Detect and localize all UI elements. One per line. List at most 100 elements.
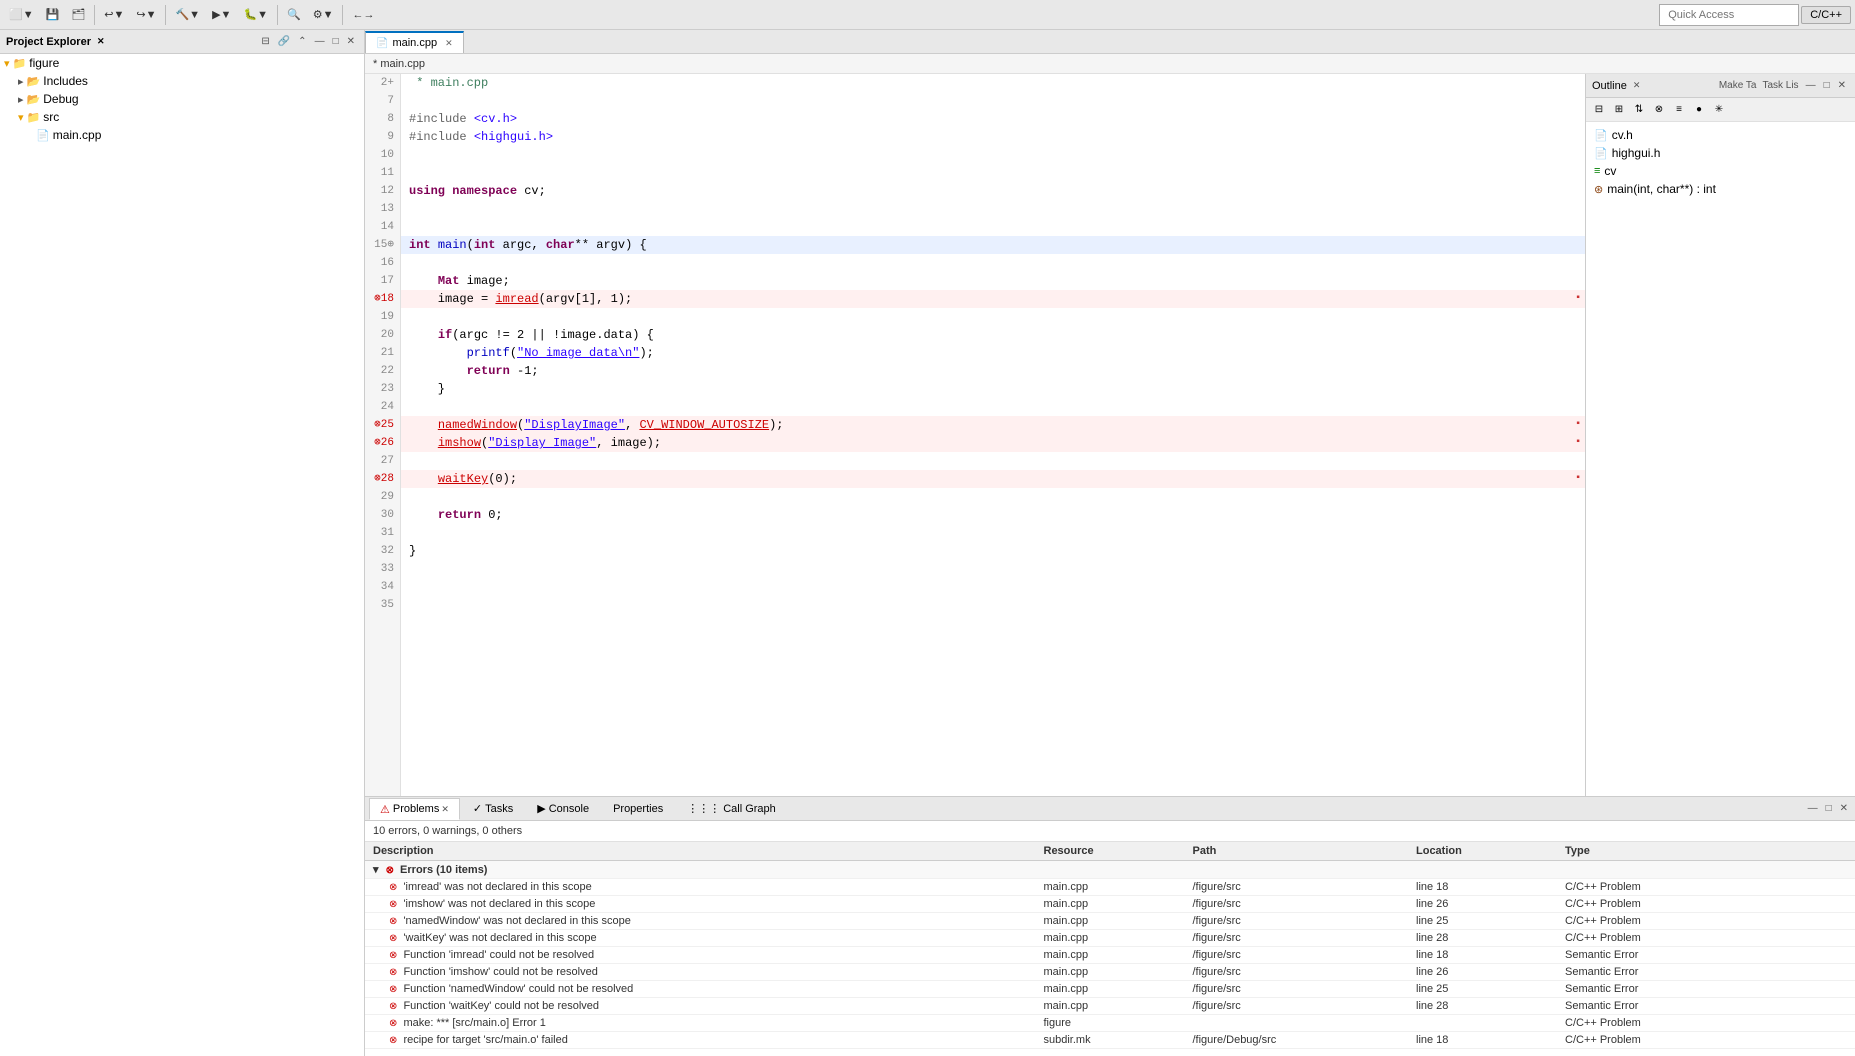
outline-item-main-fn[interactable]: ⊛ main(int, char**) : int [1590,180,1851,198]
code-span: <highgui.h> [474,128,553,146]
ln-33: 33 [371,560,394,578]
errors-group-label: ▾ ⊗ Errors (10 items) [365,861,1855,879]
collapse-all-btn[interactable]: ⊟ [258,35,272,48]
error-row-5[interactable]: ⊗ Function 'imshow' could not be resolve… [365,964,1855,981]
code-line-21: printf("No image data\n"); [401,344,1585,362]
toolbar-btn-search[interactable]: 🔍 [282,5,306,24]
outline-minimize-btn[interactable]: — [1803,79,1819,92]
problems-tab-label: Problems [393,803,439,815]
error-desc-3: ⊗ 'waitKey' was not declared in this sco… [365,930,1036,947]
code-span [409,362,467,380]
toolbar-btn-undo[interactable]: ↩▼ [99,5,129,24]
toolbar-btn-save[interactable]: 💾 [41,5,65,24]
error-icon-0: ⊗ [389,882,397,893]
tab-properties[interactable]: Properties [602,798,674,820]
bottom-maximize-btn[interactable]: □ [1823,802,1835,815]
maximize-btn[interactable]: □ [330,35,342,48]
tab-console[interactable]: ▶ Console [526,798,600,820]
error-row-8[interactable]: ⊗ make: *** [src/main.o] Error 1 figure … [365,1015,1855,1032]
bottom-minimize-btn[interactable]: — [1805,802,1821,815]
col-description: Description [365,842,1036,861]
code-span: -1; [510,362,539,380]
callgraph-tab-icon: ⋮⋮⋮ [687,802,720,815]
toolbar-btn-refactor[interactable]: ⚙▼ [308,5,339,24]
code-span: char [546,236,575,254]
outline-btn-1[interactable]: ⊟ [1590,101,1608,119]
toolbar-btn-nav[interactable]: ←→ [347,6,379,24]
outline-btn-4[interactable]: ⊗ [1650,101,1668,119]
error-type-6: Semantic Error [1557,981,1855,998]
error-row-1[interactable]: ⊗ 'imshow' was not declared in this scop… [365,896,1855,913]
link-editor-btn[interactable]: 🔗 [275,35,293,48]
problems-table[interactable]: Description Resource Path Location Type … [365,842,1855,1056]
outline-close-btn[interactable]: ✕ [1835,79,1849,92]
toolbar-btn-run[interactable]: ▶▼ [207,5,236,24]
outline-label-main-fn: main(int, char**) : int [1607,182,1716,196]
lang-selector[interactable]: C/C++ [1801,6,1851,24]
tab-problems[interactable]: ⚠ Problems ✕ [369,798,460,820]
ln-19: 19 [371,308,394,326]
tab-tasks[interactable]: ✓ Tasks [462,798,524,820]
code-content[interactable]: * main.cpp #include <cv.h> #include <hig… [401,74,1585,796]
quick-access-input[interactable] [1659,4,1799,26]
error-desc-4: ⊗ Function 'imread' could not be resolve… [365,947,1036,964]
code-span: ( [510,344,517,362]
ln-2: 2+ [371,74,394,92]
src-expand-icon: ▾ [18,111,24,124]
error-row-2[interactable]: ⊗ 'namedWindow' was not declared in this… [365,913,1855,930]
toolbar-btn-build[interactable]: 🔨▼ [170,5,205,24]
toolbar-btn-save-all[interactable]: 🗂 [66,5,90,24]
error-type-9: C/C++ Problem [1557,1032,1855,1049]
console-tab-label: Console [549,803,589,815]
outline-btn-3[interactable]: ⇅ [1630,101,1648,119]
code-span [409,416,438,434]
tree-item-debug[interactable]: ▸ 📂 Debug [0,90,364,108]
sep3 [277,5,278,25]
code-editor[interactable]: 2+ 7 8 9 10 11 12 13 14 15⊕ 16 17 ⊗18 19… [365,74,1585,796]
error-resource-5: main.cpp [1036,964,1185,981]
toolbar-btn-new[interactable]: ⬜▼ [4,5,39,24]
bottom-close-btn[interactable]: ✕ [1837,802,1851,815]
tree-item-src[interactable]: ▾ 📁 src [0,108,364,126]
outline-maximize-btn[interactable]: □ [1821,79,1833,92]
problems-tab-close[interactable]: ✕ [441,804,449,815]
error-row-9[interactable]: ⊗ recipe for target 'src/main.o' failed … [365,1032,1855,1049]
tree-item-main-cpp[interactable]: 📄 main.cpp [0,126,364,144]
make-ta-link[interactable]: Make Ta [1717,80,1759,91]
error-path-8 [1185,1015,1409,1032]
group-expand-icon[interactable]: ▾ [373,864,379,876]
expand-btn[interactable]: ⌃ [295,35,309,48]
code-line-17: Mat image; [401,272,1585,290]
minimize-btn[interactable]: — [312,35,328,48]
error-row-0[interactable]: ⊗ 'imread' was not declared in this scop… [365,879,1855,896]
ln-26: ⊗26 [371,434,394,452]
error-path-1: /figure/src [1185,896,1409,913]
outline-item-cv-ns[interactable]: ≡ cv [1590,162,1851,180]
tab-close-btn[interactable]: ✕ [445,38,453,49]
error-type-5: Semantic Error [1557,964,1855,981]
outline-btn-7[interactable]: ✳ [1710,101,1728,119]
outline-item-cv-h[interactable]: 📄 cv.h [1590,126,1851,144]
outline-item-highgui-h[interactable]: 📄 highgui.h [1590,144,1851,162]
error-row-6[interactable]: ⊗ Function 'namedWindow' could not be re… [365,981,1855,998]
code-line-8: #include <cv.h> [401,110,1585,128]
breadcrumb-bar: * main.cpp [365,54,1855,74]
outline-btn-6[interactable]: ● [1690,101,1708,119]
tree-item-figure[interactable]: ▾ 📁 figure [0,54,364,72]
error-resource-4: main.cpp [1036,947,1185,964]
tree-item-includes[interactable]: ▸ 📂 Includes [0,72,364,90]
error-path-0: /figure/src [1185,879,1409,896]
tab-callgraph[interactable]: ⋮⋮⋮ Call Graph [676,798,787,820]
error-row-3[interactable]: ⊗ 'waitKey' was not declared in this sco… [365,930,1855,947]
error-row-4[interactable]: ⊗ Function 'imread' could not be resolve… [365,947,1855,964]
toolbar-btn-debug[interactable]: 🐛▼ [238,5,273,24]
error-row-7[interactable]: ⊗ Function 'waitKey' could not be resolv… [365,998,1855,1015]
code-span: 0; [481,506,503,524]
toolbar-btn-redo[interactable]: ↪▼ [131,5,161,24]
task-lis-link[interactable]: Task Lis [1760,80,1800,91]
outline-btn-5[interactable]: ≡ [1670,101,1688,119]
close-btn[interactable]: ✕ [344,35,358,48]
code-span: , image); [596,434,661,452]
outline-btn-2[interactable]: ⊞ [1610,101,1628,119]
tab-main-cpp[interactable]: 📄 main.cpp ✕ [365,31,464,53]
